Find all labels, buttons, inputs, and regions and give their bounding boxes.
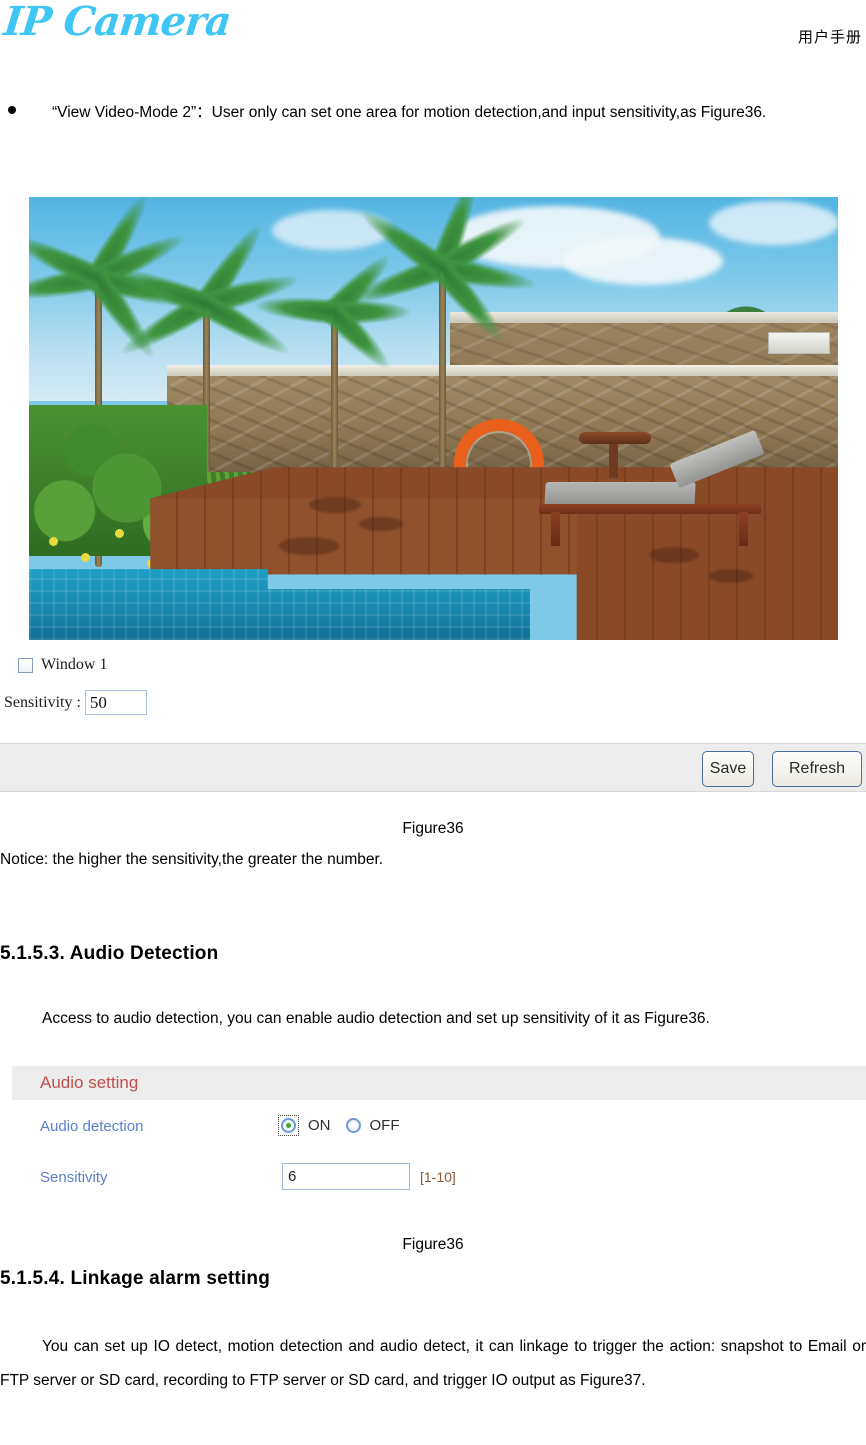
radio-on-focus-ring[interactable]: [278, 1115, 299, 1136]
paragraph-linkage-alarm: You can set up IO detect, motion detecti…: [0, 1330, 866, 1398]
paragraph-audio-detection: Access to audio detection, you can enabl…: [0, 1002, 866, 1036]
audio-sensitivity-range-hint: [1-10]: [420, 1169, 456, 1185]
notice-text: Notice: the higher the sensitivity,the g…: [0, 851, 384, 868]
preview-toolbar: Save Refresh: [0, 743, 866, 792]
audio-detection-label: Audio detection: [40, 1118, 144, 1135]
radio-on[interactable]: [281, 1118, 296, 1133]
radio-off[interactable]: [345, 1118, 361, 1133]
wet-patch: [279, 537, 339, 555]
heading-audio-detection: 5.1.5.3. Audio Detection: [0, 943, 219, 964]
audio-detection-radio-group[interactable]: ON OFF: [278, 1115, 400, 1136]
flower-dot: [81, 553, 90, 562]
cloud-shape: [708, 201, 838, 246]
wet-patch: [359, 517, 403, 531]
radio-on-label: ON: [308, 1117, 331, 1134]
ip-camera-logo: IP Camera: [1, 0, 233, 45]
heading-linkage-alarm: 5.1.5.4. Linkage alarm setting: [0, 1268, 270, 1289]
audio-sensitivity-label: Sensitivity: [40, 1169, 108, 1186]
sensitivity-label: Sensitivity :: [4, 693, 81, 711]
radio-off-label: OFF: [369, 1117, 400, 1134]
window-1-label: Window 1: [41, 656, 108, 673]
figure-caption-1: Figure36: [402, 820, 464, 837]
bullet-paragraph-inner: “View Video-Mode 2”：User only can set on…: [52, 104, 767, 121]
video-preview-area[interactable]: [29, 197, 838, 640]
window-checkbox-row[interactable]: Window 1: [18, 656, 107, 674]
audio-setting-header: Audio setting: [12, 1066, 866, 1100]
pool-tile-pattern: [29, 569, 530, 640]
wet-patch: [309, 497, 361, 513]
refresh-button[interactable]: Refresh: [772, 751, 862, 787]
sensitivity-row: Sensitivity :: [4, 690, 147, 715]
page-header: IP Camera 用户手册: [0, 0, 866, 62]
audio-setting-title: Audio setting: [40, 1073, 139, 1092]
cloud-shape: [562, 236, 723, 285]
wet-patch: [709, 569, 753, 583]
audio-setting-panel: Audio setting Audio detection ON OFF Sen…: [12, 1066, 866, 1190]
bullet-dot-icon: [8, 106, 16, 114]
wall-fixture: [767, 332, 830, 355]
flower-dot: [49, 537, 58, 546]
flower-dot: [115, 529, 124, 538]
paragraph-linkage-alarm-text: You can set up IO detect, motion detecti…: [0, 1338, 866, 1389]
figure-caption-2: Figure36: [402, 1236, 464, 1253]
audio-sensitivity-input[interactable]: [282, 1163, 410, 1190]
lounge-chair: [538, 429, 769, 564]
paragraph-audio-detection-text: Access to audio detection, you can enabl…: [42, 1010, 710, 1027]
bullet-paragraph-block: “View Video-Mode 2”：User only can set on…: [0, 96, 866, 129]
save-button[interactable]: Save: [702, 751, 754, 787]
side-table: [579, 431, 652, 478]
bullet-paragraph-text: “View Video-Mode 2”：User only can set on…: [0, 96, 866, 129]
sensitivity-input[interactable]: [84, 690, 147, 715]
window-1-checkbox[interactable]: [18, 657, 33, 673]
user-manual-label: 用户手册: [797, 28, 862, 46]
